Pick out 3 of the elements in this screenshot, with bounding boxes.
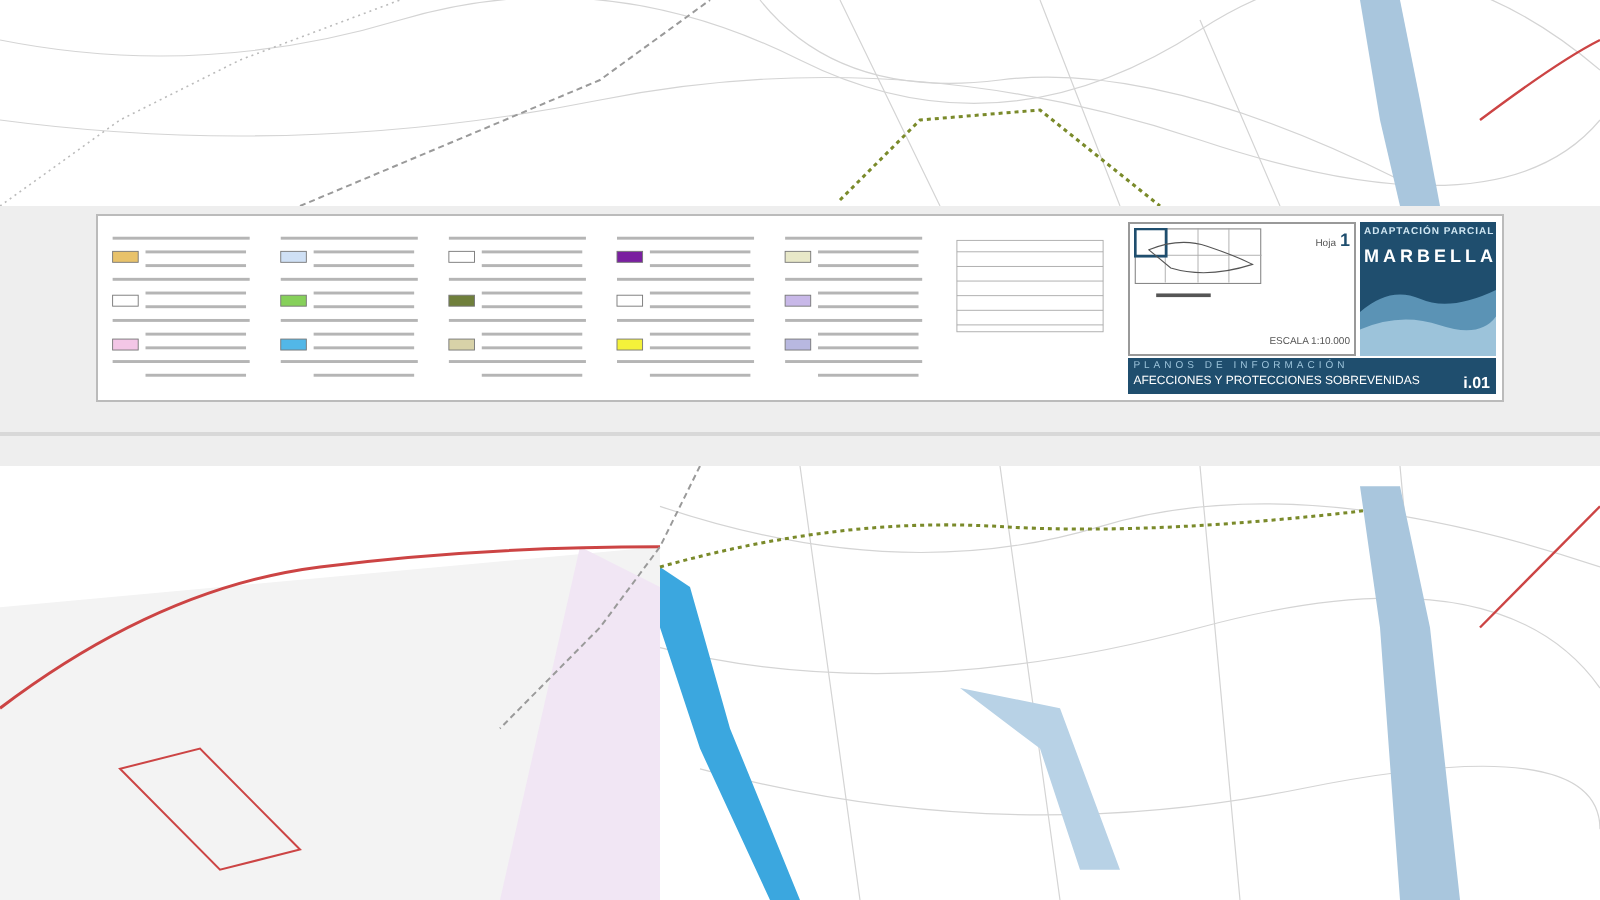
city-name: MARBELLA: [1362, 246, 1496, 268]
sheet-number: 1: [1339, 228, 1350, 254]
plan-code: i.01: [1463, 374, 1490, 392]
